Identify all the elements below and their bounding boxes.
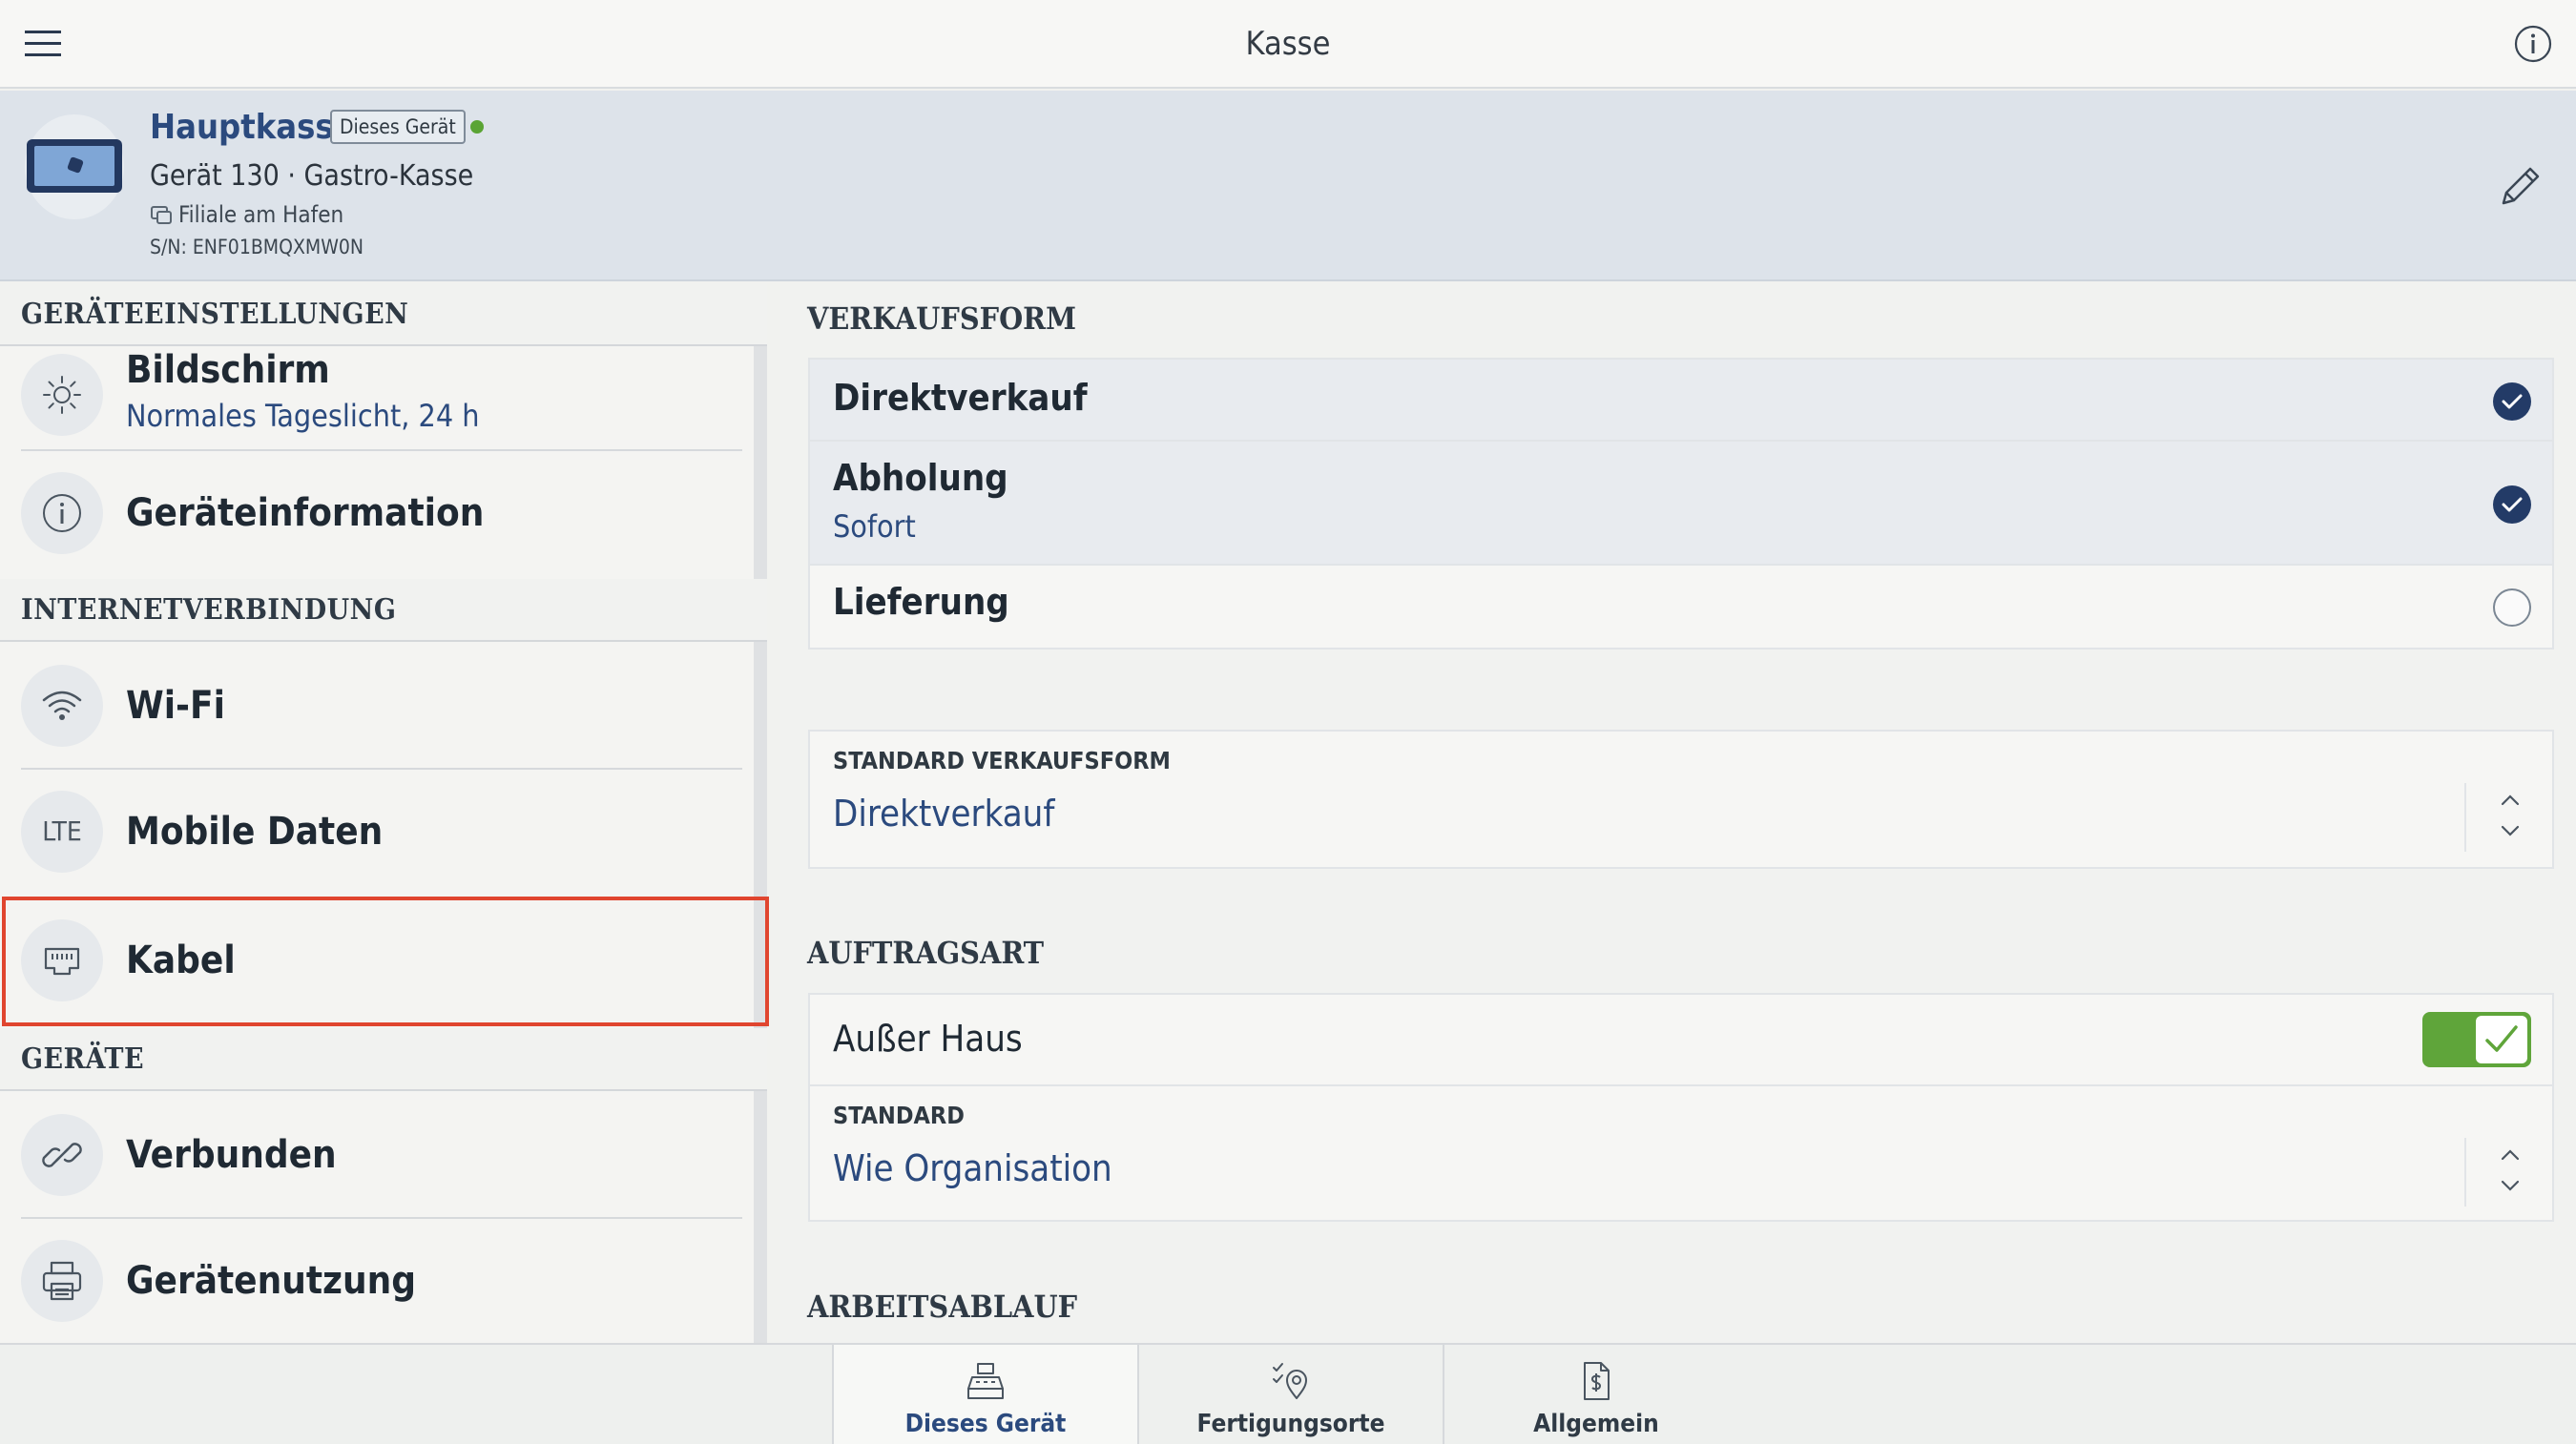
sidebar-item-mobile-daten[interactable]: LTE Mobile Daten	[0, 770, 754, 896]
printer-icon	[21, 1240, 103, 1322]
option-sublabel: Sofort	[833, 508, 916, 545]
select-stepper[interactable]	[2464, 1138, 2552, 1207]
select-value: Wie Organisation	[833, 1147, 1112, 1189]
chevron-up-down-icon	[2501, 794, 2520, 836]
tab-label: Allgemein	[1533, 1410, 1659, 1438]
ethernet-icon	[21, 919, 103, 1001]
location-check-icon	[1270, 1360, 1312, 1402]
sidebar-item-label: Wi-Fi	[126, 684, 225, 728]
checkmark-filled-icon	[2493, 485, 2531, 524]
lte-icon-text: LTE	[42, 815, 82, 847]
hamburger-menu-icon[interactable]	[23, 27, 65, 61]
settings-sidebar: GERÄTEEINSTELLUNGEN Bildschirm Normales …	[0, 283, 769, 1345]
device-location-text: Filiale am Hafen	[178, 201, 344, 228]
toggle-knob	[2476, 1016, 2527, 1063]
sidebar-item-label: Mobile Daten	[126, 810, 384, 854]
section-arbeitsablauf: ARBEITSABLAUF	[807, 1289, 1078, 1325]
edit-pencil-icon[interactable]	[2494, 159, 2547, 213]
online-status-dot	[470, 120, 484, 134]
this-device-badge: Dieses Gerät	[330, 110, 466, 144]
document-dollar-icon	[1575, 1360, 1617, 1402]
option-abholung[interactable]: Abholung Sofort	[810, 442, 2552, 566]
section-geraete: GERÄTE	[0, 1028, 767, 1091]
sidebar-item-label: Verbunden	[126, 1133, 337, 1177]
section-auftragsart: AUFTRAGSART	[807, 935, 1045, 971]
chevron-up-down-icon	[2501, 1149, 2520, 1191]
select-label: STANDARD	[833, 1102, 965, 1129]
sidebar-item-bildschirm[interactable]: Bildschirm Normales Tageslicht, 24 h	[0, 348, 754, 451]
bottom-tab-bar: Dieses Gerät Fertigungsorte Allgemein	[0, 1343, 2576, 1444]
section-internetverbindung: INTERNETVERBINDUNG	[0, 579, 767, 642]
device-avatar	[25, 114, 124, 219]
option-label: Lieferung	[833, 581, 1009, 623]
sidebar-item-verbunden[interactable]: Verbunden	[0, 1093, 754, 1219]
sidebar-item-label: Bildschirm	[126, 348, 330, 392]
device-location: Filiale am Hafen	[150, 201, 343, 228]
sidebar-item-wifi[interactable]: Wi-Fi	[0, 644, 754, 770]
check-icon	[2485, 1025, 2518, 1052]
main-content: VERKAUFSFORM Direktverkauf Abholung Sofo…	[780, 283, 2576, 1343]
tablet-icon	[27, 139, 122, 193]
info-circle-icon	[21, 472, 103, 554]
store-icon	[150, 204, 173, 225]
select-stepper[interactable]	[2464, 783, 2552, 852]
sidebar-item-label: Geräteinformation	[126, 491, 485, 535]
tab-label: Fertigungsorte	[1196, 1410, 1385, 1438]
section-verkaufsform: VERKAUFSFORM	[807, 300, 1076, 337]
sidebar-item-kabel[interactable]: Kabel	[2, 897, 769, 1026]
select-value: Direktverkauf	[833, 793, 1055, 835]
option-direktverkauf[interactable]: Direktverkauf	[810, 360, 2552, 442]
checkmark-filled-icon	[2493, 382, 2531, 421]
device-name: Hauptkasse	[150, 108, 355, 147]
sidebar-item-sublabel: Normales Tageslicht, 24 h	[126, 398, 480, 434]
wifi-icon	[21, 665, 103, 747]
option-label: Direktverkauf	[833, 377, 1088, 419]
ausser-haus-toggle[interactable]	[2422, 1012, 2531, 1067]
checkbox-empty-icon	[2493, 588, 2531, 627]
standard-verkaufsform-select[interactable]: STANDARD VERKAUFSFORM Direktverkauf	[808, 730, 2554, 869]
standard-auftragsart-select[interactable]: STANDARD Wie Organisation	[810, 1086, 2552, 1222]
ausser-haus-row: Außer Haus	[810, 995, 2552, 1086]
app-title: Kasse	[1245, 25, 1331, 63]
auftragsart-card: Außer Haus STANDARD Wie Organisation	[808, 993, 2554, 1222]
section-geraeteeinstellungen: GERÄTEEINSTELLUNGEN	[0, 283, 767, 346]
toggle-label: Außer Haus	[833, 1018, 1023, 1060]
verkaufsform-options: Direktverkauf Abholung Sofort Lieferung	[808, 358, 2554, 650]
info-icon[interactable]	[2513, 24, 2553, 64]
sun-icon	[21, 354, 103, 436]
select-label: STANDARD VERKAUFSFORM	[833, 747, 1171, 774]
option-lieferung[interactable]: Lieferung	[810, 566, 2552, 648]
tab-fertigungsorte[interactable]: Fertigungsorte	[1139, 1345, 1443, 1444]
device-type: Gerät 130 · Gastro-Kasse	[150, 159, 474, 193]
sidebar-item-geraeteinformation[interactable]: Geräteinformation	[0, 451, 754, 577]
device-header: Hauptkasse Dieses Gerät Gerät 130 · Gast…	[0, 91, 2576, 281]
link-icon	[21, 1114, 103, 1196]
sidebar-item-label: Gerätenutzung	[126, 1259, 417, 1303]
cash-register-icon	[965, 1360, 1007, 1402]
top-bar: Kasse	[0, 0, 2576, 89]
tab-allgemein[interactable]: Allgemein	[1444, 1345, 1748, 1444]
lte-icon: LTE	[21, 791, 103, 873]
sidebar-item-geraetenutzung[interactable]: Gerätenutzung	[0, 1219, 754, 1345]
sidebar-item-label: Kabel	[126, 939, 236, 982]
option-label: Abholung	[833, 457, 1008, 499]
device-serial: S/N: ENF01BMQXMW0N	[150, 236, 364, 258]
tab-dieses-geraet[interactable]: Dieses Gerät	[834, 1345, 1137, 1444]
tab-label: Dieses Gerät	[904, 1410, 1067, 1438]
